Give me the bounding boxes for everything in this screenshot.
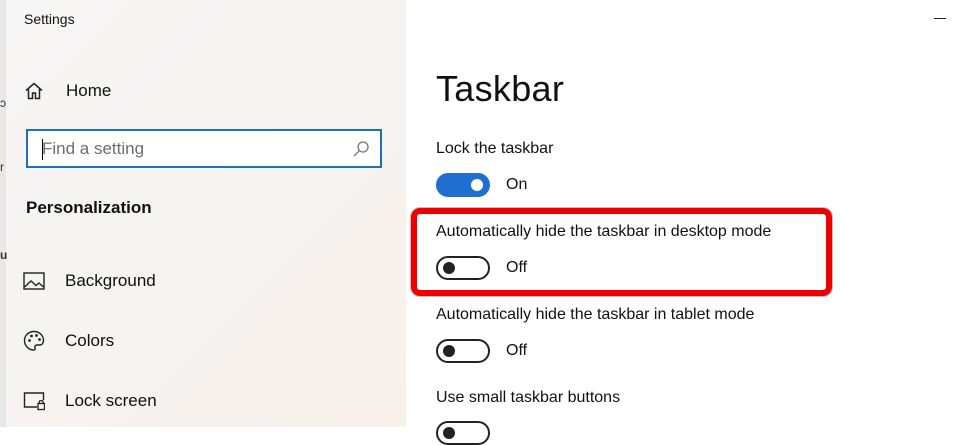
sidebar-item-label: Colors (65, 331, 115, 350)
search-icon[interactable] (352, 140, 370, 163)
sidebar-item-background[interactable]: Background (14, 259, 394, 303)
toggle-knob (471, 179, 483, 191)
sidebar-item-colors[interactable]: Colors (14, 319, 394, 363)
autohide-tablet-toggle[interactable] (436, 339, 490, 363)
text-caret (42, 139, 43, 160)
navigation-pane: ɔ r u Settings Home Personalization (0, 0, 406, 427)
home-icon (14, 81, 54, 101)
lock-taskbar-toggle[interactable] (436, 173, 490, 197)
toggle-state: Off (506, 342, 528, 359)
palette-icon (14, 330, 54, 352)
edge-fragment: ɔ (0, 96, 6, 110)
search-box[interactable] (26, 129, 382, 168)
image-icon (14, 272, 54, 290)
edge-fragment: r (0, 160, 4, 174)
toggle-knob (443, 345, 455, 357)
setting-label-lock-taskbar: Lock the taskbar (436, 140, 554, 157)
sidebar-item-label: Home (66, 81, 112, 100)
sidebar-item-home[interactable]: Home (14, 70, 394, 112)
toggle-knob (443, 427, 455, 439)
small-buttons-toggle[interactable] (436, 421, 490, 445)
sidebar-item-label: Lock screen (65, 391, 157, 410)
sidebar-item-lock-screen[interactable]: Lock screen (14, 379, 394, 423)
toggle-state: On (506, 176, 528, 193)
background-window-edge: ɔ r u (0, 0, 8, 427)
highlight-annotation (411, 208, 832, 296)
sidebar-item-label: Background (65, 271, 156, 290)
search-input[interactable] (42, 138, 342, 159)
setting-label-autohide-tablet: Automatically hide the taskbar in tablet… (436, 306, 755, 323)
setting-label-small-buttons: Use small taskbar buttons (436, 389, 621, 406)
window-title: Settings (24, 11, 75, 27)
minimize-button[interactable] (934, 18, 946, 19)
section-title: Personalization (26, 198, 152, 217)
edge-fragment: u (0, 248, 8, 262)
page-title: Taskbar (436, 68, 565, 109)
lock-screen-icon (14, 391, 54, 411)
